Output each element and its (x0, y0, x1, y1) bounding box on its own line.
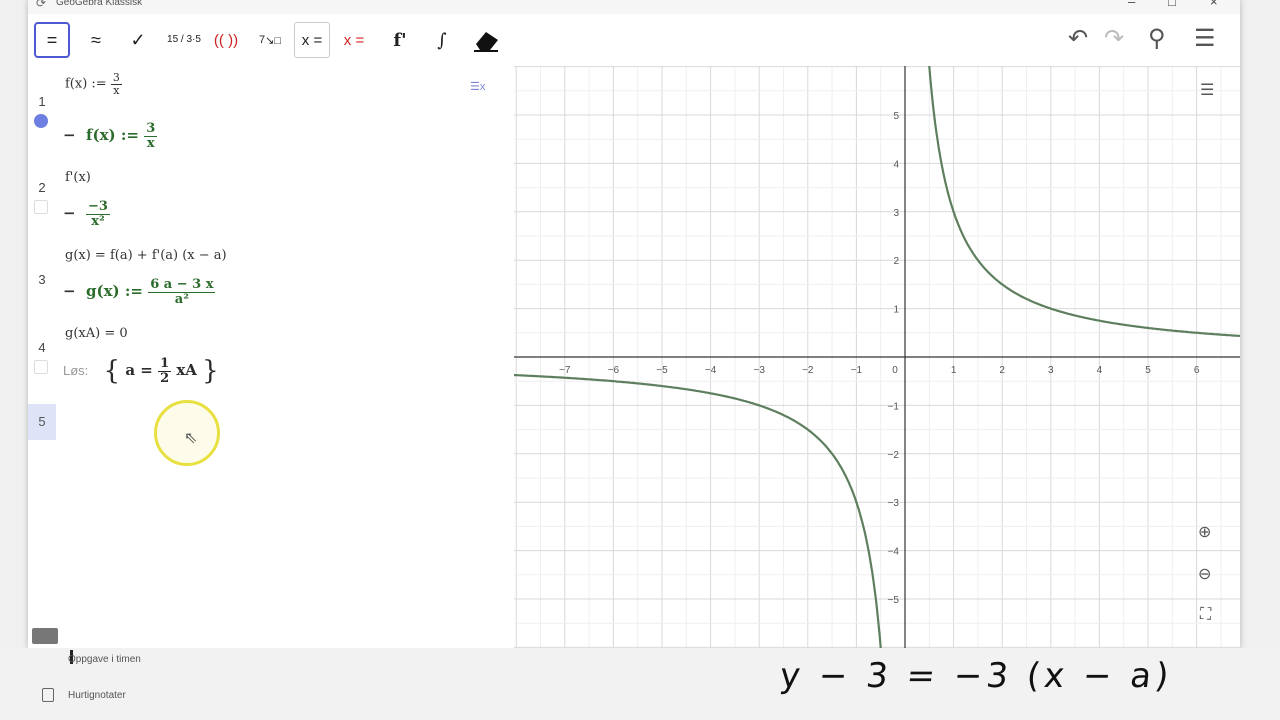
keep-input-button[interactable]: ✓ (120, 22, 156, 58)
x-tick-label: −7 (559, 365, 571, 376)
row-1-input[interactable]: f(x) := 3x (65, 72, 122, 96)
zoom-out-icon[interactable]: ⊖ (1198, 564, 1211, 584)
row-1-visibility-marker[interactable] (34, 114, 48, 128)
substitute-button[interactable]: 7 ↘□ (252, 22, 288, 58)
notebook-section[interactable]: Oppgave i timen (68, 654, 141, 665)
derivative-button[interactable]: f' (382, 22, 418, 58)
row-2-input[interactable]: f'(x) (65, 170, 91, 185)
row-5[interactable]: 5 (28, 404, 56, 440)
solve-button[interactable]: x = (294, 22, 330, 58)
y-tick-label: 3 (893, 208, 899, 219)
row-3-output: − g(x) := 6 a − 3 x a² (63, 277, 216, 307)
x-tick-label: −1 (851, 365, 863, 376)
redo-icon[interactable]: ↷ (1104, 24, 1124, 53)
solve-numeric-button[interactable]: x = (336, 22, 372, 58)
x-tick-label: −2 (802, 365, 814, 376)
function-curve-positive-branch (928, 66, 1240, 338)
solve-label: Løs: (63, 363, 89, 378)
x-tick-label: 5 (1145, 365, 1151, 376)
eraser-icon (474, 32, 498, 52)
cas-toolbar: = ≈ ✓ 15 / 3·5 (( )) 7 ↘□ x = x = f' ∫ ↶ … (28, 14, 1240, 66)
y-tick-label: 1 (893, 305, 899, 316)
row-number-1: 1 (38, 94, 46, 109)
factor-numbers-button[interactable]: 15 / 3·5 (166, 22, 202, 58)
note-icon (42, 688, 54, 702)
x-tick-label: 4 (1097, 365, 1103, 376)
y-tick-label: 4 (893, 159, 899, 170)
y-tick-label: −3 (888, 498, 900, 509)
x-tick-label: 2 (999, 365, 1005, 376)
y-tick-label: −5 (888, 595, 900, 606)
quick-notes[interactable]: Hurtignotater (68, 690, 126, 701)
numeric-button[interactable]: ≈ (78, 22, 114, 58)
zoom-in-icon[interactable]: ⊕ (1198, 522, 1211, 542)
row-2-visibility-marker[interactable] (34, 200, 48, 214)
app-icon: ⟳ (36, 0, 47, 10)
x-tick-label: −6 (608, 365, 620, 376)
fullscreen-icon[interactable]: ⛶ (1200, 606, 1211, 624)
cas-settings-icon[interactable]: ☰x (470, 80, 485, 93)
geogebra-window: ⟳ GeoGebra Klassisk – □ × = ≈ ✓ 15 / 3·5… (28, 0, 1240, 648)
x-tick-label: 3 (1048, 365, 1054, 376)
title-bar: ⟳ GeoGebra Klassisk – □ × (28, 0, 1240, 14)
row-number-3: 3 (38, 272, 46, 287)
row-3-input[interactable]: g(x) = f(a) + f'(a) (x − a) (65, 248, 227, 263)
graphics-style-icon[interactable]: ☰ (1200, 80, 1214, 100)
x-tick-label: −5 (656, 365, 668, 376)
handwritten-equation: y − 3 = −3 (x − a) (777, 656, 1175, 696)
y-tick-label: −4 (888, 547, 900, 558)
graphics-view[interactable]: −7−6−5−4−3−2−10123456754321−1−2−3−4−5 ☰ … (514, 66, 1240, 648)
row-4-input[interactable]: g(xA) = 0 (65, 326, 128, 341)
menu-icon[interactable]: ☰ (1194, 24, 1216, 53)
close-icon[interactable]: × (1210, 0, 1218, 9)
y-tick-label: 2 (893, 256, 899, 267)
cas-view: ☰x 1 f(x) := 3x − f(x) := 3x 2 f'(x) − −… (28, 66, 512, 648)
search-icon[interactable]: ⚲ (1148, 24, 1166, 53)
undo-icon[interactable]: ↶ (1068, 24, 1088, 53)
row-4-output: Løs: { a = 12 xA } (63, 355, 219, 386)
row-number-5: 5 (38, 414, 46, 429)
y-tick-label: −2 (888, 450, 900, 461)
y-tick-label: 5 (893, 111, 899, 122)
x-tick-label: 1 (951, 365, 957, 376)
integral-button[interactable]: ∫ (424, 22, 460, 58)
x-tick-label: −4 (705, 365, 717, 376)
maximize-icon[interactable]: □ (1168, 0, 1176, 9)
mouse-pointer-icon: ⇖ (184, 430, 198, 447)
expand-button[interactable]: (( )) (208, 22, 244, 58)
evaluate-button[interactable]: = (34, 22, 70, 58)
row-4-visibility-marker[interactable] (34, 360, 48, 374)
row-1-output: − f(x) := 3x (63, 121, 158, 151)
window-title: GeoGebra Klassisk (56, 0, 143, 8)
y-tick-label: −1 (888, 401, 900, 412)
delete-button[interactable] (468, 22, 504, 58)
x-tick-label: −3 (753, 365, 765, 376)
graph-canvas[interactable]: −7−6−5−4−3−2−10123456754321−1−2−3−4−5 (514, 66, 1240, 648)
keyboard-icon[interactable] (32, 628, 58, 644)
minimize-icon[interactable]: – (1128, 0, 1135, 9)
desktop-bottom: Oppgave i timen Hurtignotater y − 3 = −3… (0, 648, 1280, 720)
row-number-2: 2 (38, 180, 46, 195)
substitute-icon: ↘□ (265, 34, 281, 47)
x-tick-label: 0 (892, 365, 898, 376)
row-2-output: − −3 x² (63, 199, 110, 229)
row-number-4: 4 (38, 340, 46, 355)
x-tick-label: 6 (1194, 365, 1200, 376)
function-curve-negative-branch (514, 373, 882, 648)
